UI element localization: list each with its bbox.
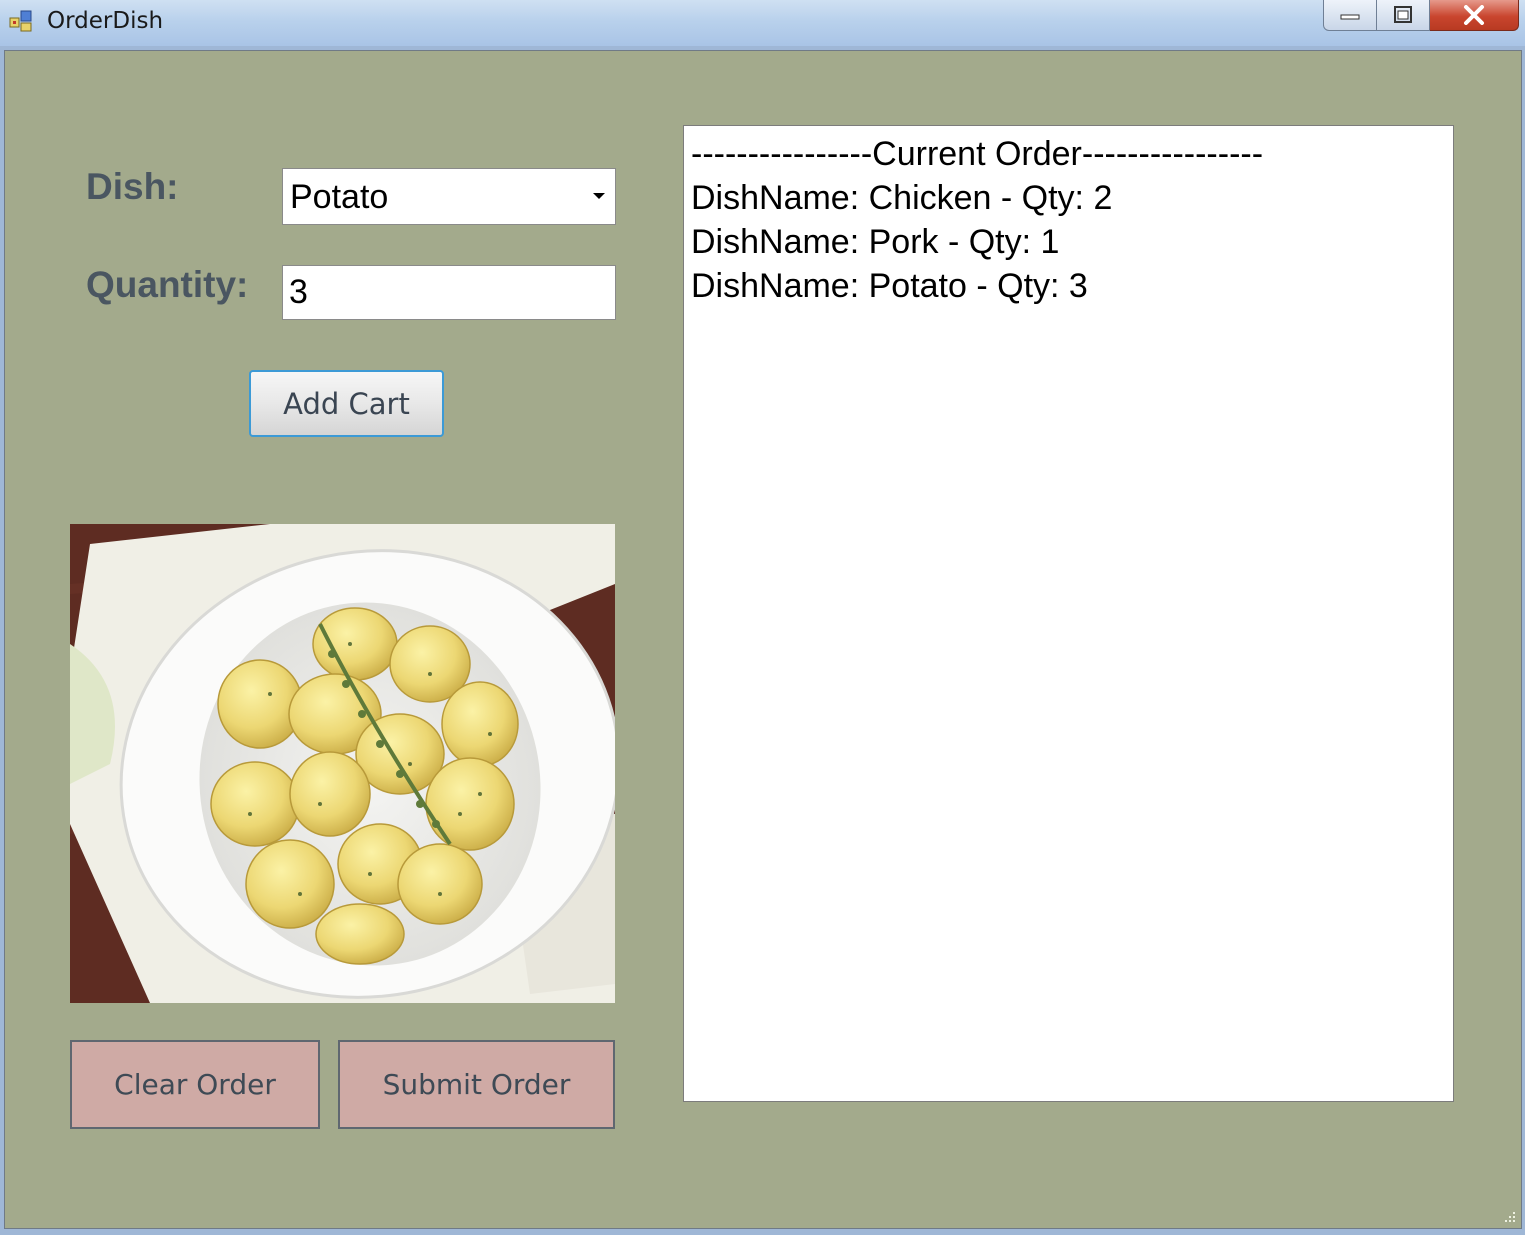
- order-listbox[interactable]: ----------------Current Order-----------…: [683, 125, 1454, 1102]
- maximize-button[interactable]: [1377, 0, 1430, 31]
- dish-combobox[interactable]: Potato: [282, 168, 616, 225]
- list-item[interactable]: DishName: Potato - Qty: 3: [691, 264, 1446, 308]
- potato-bowl-illustration: [70, 524, 615, 1003]
- order-form: Dish: Quantity: Potato Add Cart: [4, 50, 1522, 1229]
- close-button[interactable]: [1430, 0, 1519, 31]
- minimize-icon: [1340, 14, 1360, 20]
- quantity-field[interactable]: [282, 265, 616, 320]
- list-item[interactable]: DishName: Chicken - Qty: 2: [691, 176, 1446, 220]
- dish-label: Dish:: [86, 166, 179, 207]
- dish-selected-value: Potato: [290, 178, 389, 216]
- chevron-down-icon[interactable]: [591, 191, 607, 201]
- app-icon: [9, 10, 32, 32]
- close-icon: [1464, 5, 1484, 25]
- clear-order-button[interactable]: Clear Order: [70, 1040, 320, 1129]
- dish-image: [70, 524, 615, 1003]
- resize-grip-icon[interactable]: [1501, 1208, 1517, 1224]
- add-cart-button[interactable]: Add Cart: [249, 370, 444, 437]
- submit-order-button[interactable]: Submit Order: [338, 1040, 615, 1129]
- window-title: OrderDish: [47, 8, 164, 34]
- quantity-label: Quantity:: [86, 264, 249, 305]
- maximize-icon: [1394, 6, 1412, 23]
- list-item[interactable]: DishName: Pork - Qty: 1: [691, 220, 1446, 264]
- minimize-button[interactable]: [1323, 0, 1377, 31]
- list-item-header[interactable]: ----------------Current Order-----------…: [691, 132, 1446, 176]
- title-bar[interactable]: OrderDish: [0, 0, 1525, 46]
- window-controls: [1323, 0, 1519, 32]
